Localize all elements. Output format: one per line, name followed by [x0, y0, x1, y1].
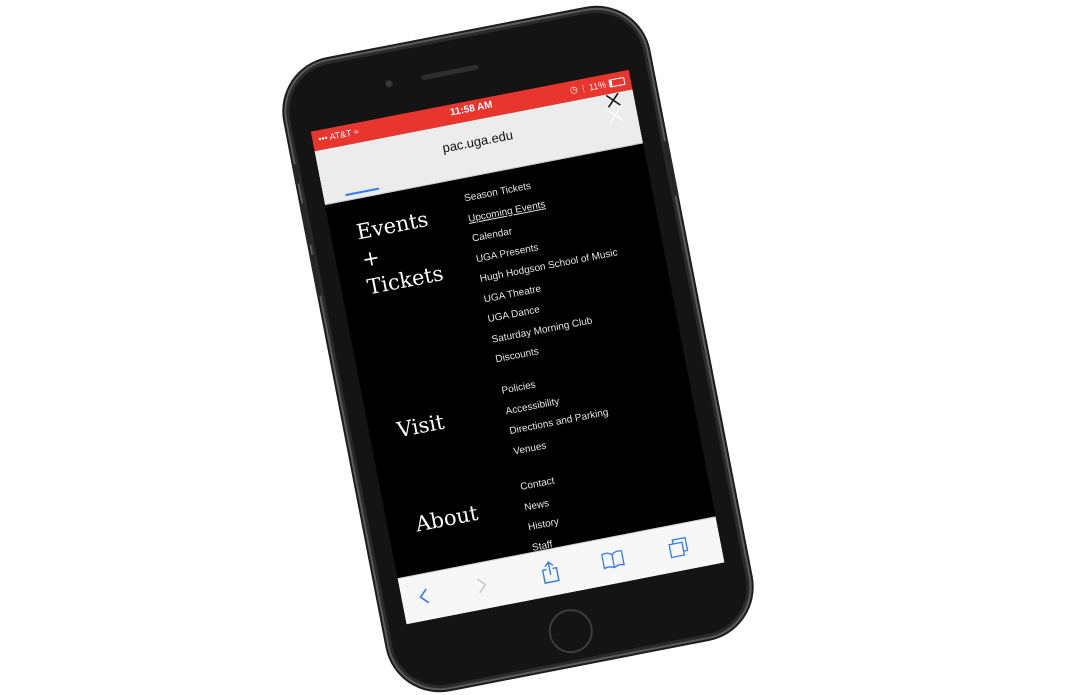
forward-icon-graphic	[476, 578, 487, 594]
section-title-about[interactable]: About	[413, 499, 480, 539]
power-button	[663, 140, 679, 197]
section-title-visit[interactable]: Visit	[395, 408, 447, 445]
volume-down-button	[309, 254, 323, 297]
screen: ••• AT&T ≈ 11:58 AM ◷ ᛂ 11% pac.uga.edu	[310, 69, 725, 625]
share-icon[interactable]	[539, 558, 562, 589]
nav-menu: Events + Tickets Season Tickets Upcoming…	[325, 142, 716, 579]
share-icon-graphic	[541, 561, 560, 584]
front-camera	[384, 79, 394, 89]
tabs-icon-graphic	[668, 536, 689, 559]
mute-switch	[291, 163, 301, 185]
volume-up-button	[299, 203, 313, 246]
links-visit: Policies Accessibility Directions and Pa…	[500, 363, 614, 463]
back-icon[interactable]	[416, 587, 432, 611]
alarm-icon: ◷	[569, 83, 579, 96]
links-events-tickets: Season Tickets Upcoming Events Calendar …	[463, 163, 636, 371]
tabs-icon[interactable]	[667, 536, 691, 563]
book-icon-graphic	[601, 550, 625, 570]
battery-percent: 11%	[588, 78, 607, 93]
book-icon[interactable]	[600, 549, 626, 575]
bluetooth-icon: ᛂ	[579, 82, 587, 94]
section-title-events-tickets[interactable]: Events + Tickets	[354, 202, 458, 302]
earpiece-speaker	[421, 64, 479, 81]
battery-icon	[608, 76, 626, 88]
phone-frame: ••• AT&T ≈ 11:58 AM ◷ ᛂ 11% pac.uga.edu	[281, 4, 755, 694]
back-icon-graphic	[419, 588, 430, 604]
menu-close-icon-graphic	[606, 106, 624, 124]
forward-icon[interactable]	[475, 575, 491, 599]
home-button[interactable]	[545, 605, 597, 657]
